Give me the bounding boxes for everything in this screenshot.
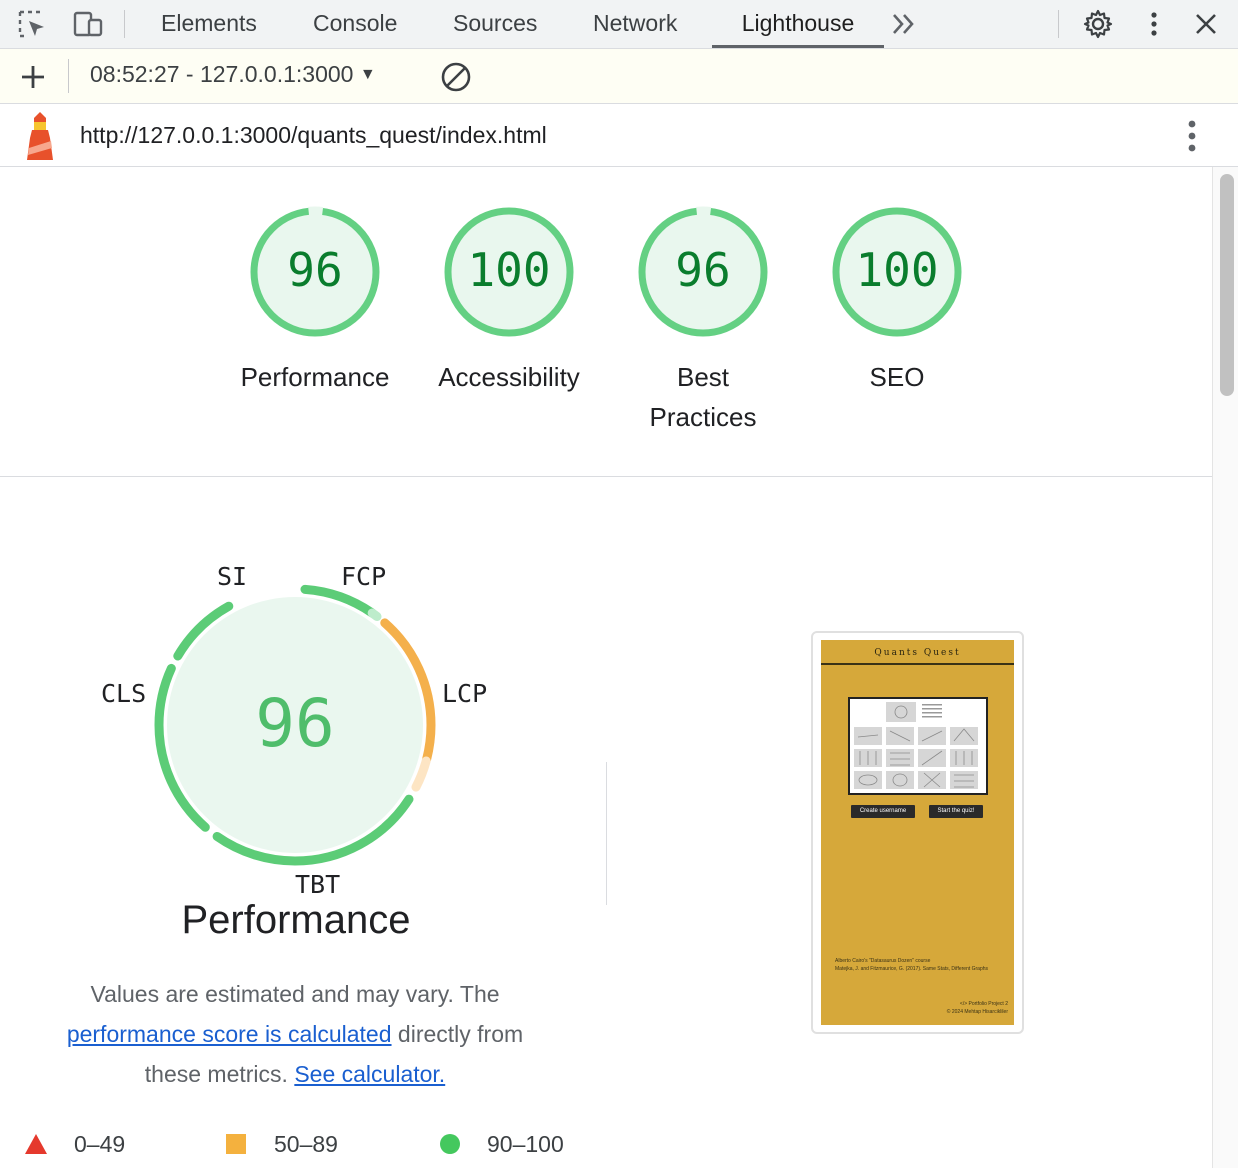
gauge-score: 100 bbox=[467, 243, 551, 297]
screenshot-title-rule bbox=[821, 663, 1014, 665]
clear-all-icon[interactable] bbox=[440, 61, 472, 93]
screenshot-datasaurus-grid bbox=[848, 697, 988, 795]
report-selector[interactable]: 08:52:27 - 127.0.0.1:3000 ▼ bbox=[90, 61, 376, 88]
legend-pass-range: 90–100 bbox=[487, 1131, 564, 1157]
performance-metrics-gauge: 96 bbox=[154, 584, 436, 866]
report-menu-icon[interactable] bbox=[1178, 118, 1206, 154]
screenshot-page-title: Quants Quest bbox=[874, 648, 961, 658]
legend-fail-triangle-icon bbox=[25, 1134, 47, 1154]
tab-console[interactable]: Console bbox=[313, 0, 397, 48]
scrollbar-thumb[interactable] bbox=[1220, 174, 1234, 396]
screenshot-footer-project: </> Portfolio Project 2 bbox=[959, 1001, 1008, 1007]
desc-text-1: Values are estimated and may vary. The bbox=[90, 981, 500, 1007]
report-selector-value: 08:52:27 - 127.0.0.1:3000 bbox=[90, 61, 354, 87]
screenshot-start-quiz-button: Start the quiz! bbox=[929, 805, 983, 818]
screenshot-footer-credit-1: Alberto Cairo's "Datasaurus Dozen" cours… bbox=[835, 958, 931, 964]
more-options-icon[interactable] bbox=[1138, 8, 1170, 40]
report-url[interactable]: http://127.0.0.1:3000/quants_quest/index… bbox=[80, 122, 547, 149]
report-url-bar: http://127.0.0.1:3000/quants_quest/index… bbox=[0, 104, 1238, 167]
metric-label-si: SI bbox=[217, 562, 248, 591]
metric-label-tbt: TBT bbox=[295, 870, 341, 899]
metric-label-fcp: FCP bbox=[341, 562, 387, 591]
gauge-score: 96 bbox=[287, 243, 343, 297]
new-report-plus-icon[interactable] bbox=[19, 63, 47, 91]
tab-sources[interactable]: Sources bbox=[453, 0, 537, 48]
desc-text-3: these metrics. bbox=[144, 1061, 288, 1087]
final-screenshot: Quants Quest Create username Start the q… bbox=[821, 640, 1014, 1025]
device-toolbar-icon[interactable] bbox=[72, 8, 104, 40]
gauge-label-seo: SEO bbox=[869, 362, 925, 392]
lighthouse-logo-icon bbox=[27, 112, 53, 160]
performance-score: 96 bbox=[255, 685, 334, 762]
metric-label-lcp: LCP bbox=[442, 679, 488, 708]
screenshot-footer-copyright: © 2024 Mehtap Hisarcikliler bbox=[946, 1009, 1008, 1015]
vertical-separator bbox=[606, 762, 607, 905]
screenshot-create-username-button: Create username bbox=[851, 805, 915, 818]
tab-network[interactable]: Network bbox=[593, 0, 677, 48]
legend-fail-range: 0–49 bbox=[74, 1131, 126, 1157]
devtools-tabbar: Elements Console Sources Network Lightho… bbox=[0, 0, 1238, 49]
gauge-label-performance: Performance bbox=[240, 362, 390, 392]
close-icon[interactable] bbox=[1190, 8, 1222, 40]
tab-separator bbox=[1058, 10, 1059, 38]
score-calculated-link[interactable]: performance score is calculated bbox=[67, 1021, 392, 1047]
tab-elements[interactable]: Elements bbox=[161, 0, 257, 48]
gauge-accessibility[interactable]: 100 bbox=[442, 205, 576, 339]
tab-separator bbox=[124, 10, 125, 38]
dropdown-triangle-icon: ▼ bbox=[359, 66, 376, 83]
screenshot-footer-credit-2: Matejka, J. and Fitzmaurice, G. (2017). … bbox=[835, 966, 989, 972]
inspect-element-icon[interactable] bbox=[16, 8, 48, 40]
gauge-label-best-practices: Best Practices bbox=[649, 362, 757, 432]
lighthouse-toolbar: 08:52:27 - 127.0.0.1:3000 ▼ bbox=[0, 49, 1238, 104]
settings-gear-icon[interactable] bbox=[1082, 8, 1114, 40]
legend-average-range: 50–89 bbox=[274, 1131, 338, 1157]
see-calculator-link[interactable]: See calculator. bbox=[294, 1061, 445, 1087]
more-tabs-chevron-icon[interactable] bbox=[888, 8, 920, 40]
toolbar-separator bbox=[68, 59, 69, 93]
legend-average-square-icon bbox=[226, 1134, 246, 1154]
gauge-score: 96 bbox=[675, 243, 731, 297]
metric-label-cls: CLS bbox=[101, 679, 147, 708]
legend-pass-circle-icon bbox=[440, 1134, 460, 1154]
datasaurus-plots-image bbox=[854, 702, 978, 789]
gauge-score: 100 bbox=[855, 243, 939, 297]
performance-description: Values are estimated and may vary. The p… bbox=[40, 974, 550, 1094]
gauge-performance[interactable]: 96 bbox=[248, 205, 382, 339]
desc-text-2: directly from bbox=[397, 1021, 524, 1047]
gauge-best-practices[interactable]: 96 bbox=[636, 205, 770, 339]
gauge-seo[interactable]: 100 bbox=[830, 205, 964, 339]
tab-lighthouse[interactable]: Lighthouse bbox=[712, 0, 884, 48]
section-divider bbox=[0, 476, 1212, 477]
gauge-label-accessibility: Accessibility bbox=[438, 362, 580, 392]
performance-section-title: Performance bbox=[181, 898, 411, 942]
